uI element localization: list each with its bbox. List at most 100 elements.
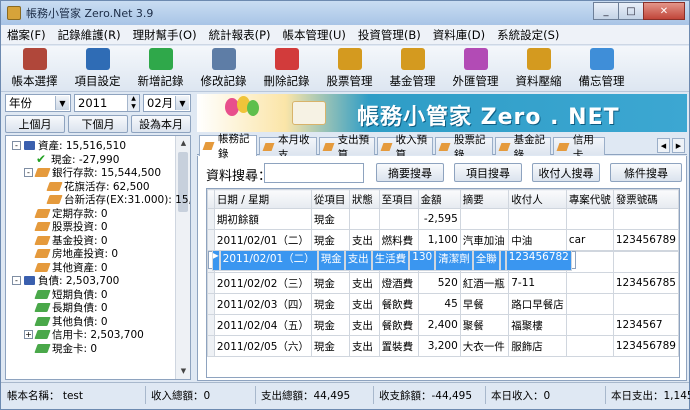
prev-month-button[interactable]: 上個月 — [5, 115, 65, 133]
tab-3[interactable]: 收入預算 — [377, 134, 433, 161]
table-cell: 520 — [417, 272, 461, 294]
tab-4[interactable]: 股票記錄 — [435, 134, 493, 161]
tree-item[interactable]: 短期負債: 0 — [34, 288, 108, 301]
tab-1[interactable]: 本月收支 — [259, 134, 317, 161]
tree-item[interactable]: - 負債: 2,503,700 — [12, 274, 119, 287]
table-cell: 現金 — [310, 272, 350, 294]
tree-item[interactable]: 花旗活存: 62,500 — [46, 180, 150, 193]
summary-search-button[interactable]: 摘要搜尋 — [376, 163, 444, 182]
row-selector[interactable]: ▶ — [211, 249, 220, 271]
menu-item[interactable]: 系統設定(S) — [497, 27, 559, 43]
row-selector[interactable] — [207, 208, 215, 230]
collapse-icon[interactable]: - — [12, 141, 21, 150]
toolbar-button[interactable]: 基金管理 — [381, 46, 444, 91]
table-row[interactable]: ▶ 2011/02/01（二） 現金 支出 生活費 130 清潔劑 全聯 123456782 — [207, 249, 576, 271]
toolbar-button[interactable]: 刪除記錄 — [255, 46, 318, 91]
spinner-arrows-icon[interactable]: ▲ ▼ — [127, 95, 139, 111]
table-row[interactable]: 2011/02/02（三） 現金 支出 燈酒費 520 紅酒一瓶 7-11 123456785 — [207, 272, 679, 294]
table-row[interactable]: 期初餘額 現金 -2,595 — [207, 208, 679, 230]
table-cell — [565, 293, 614, 315]
toolbar-button[interactable]: 項目設定 — [66, 46, 129, 91]
current-month-button[interactable]: 設為本月 — [131, 115, 191, 133]
row-selector[interactable] — [207, 272, 215, 294]
menu-item[interactable]: 資料庫(D) — [433, 27, 485, 43]
row-selector[interactable] — [207, 293, 215, 315]
tab-6[interactable]: 信用卡 — [553, 134, 605, 161]
asset-icon — [46, 181, 63, 191]
column-header[interactable]: 發票號碼 — [612, 189, 679, 209]
year-spinner[interactable]: 2011 ▲ ▼ — [74, 94, 140, 112]
menu-item[interactable]: 記錄維護(R) — [58, 27, 121, 43]
table-cell: 餐飲費 — [378, 293, 419, 315]
tree-item[interactable]: - 銀行存款: 15,544,500 — [24, 166, 161, 179]
row-selector[interactable] — [207, 229, 215, 251]
tree-item[interactable]: 股票投資: 0 — [34, 220, 108, 233]
toolbar-button[interactable]: 外匯管理 — [444, 46, 507, 91]
period-select[interactable]: 年份 ▼ — [5, 94, 71, 112]
toolbar-button[interactable]: 新增記錄 — [129, 46, 192, 91]
menu-item[interactable]: 統計報表(P) — [209, 27, 271, 43]
table-row[interactable]: 2011/02/04（五） 現金 支出 餐飲費 2,400 聚餐 福聚樓 1234567 — [207, 314, 679, 336]
tree-item[interactable]: 台新活存(EX:31.000): 15,482,000 — [46, 193, 190, 206]
expand-icon[interactable]: + — [24, 330, 33, 339]
toolbar-button[interactable]: 修改記錄 — [192, 46, 255, 91]
close-button[interactable]: ✕ — [643, 2, 685, 20]
row-selector[interactable] — [207, 314, 215, 336]
toolbar-button[interactable]: 股票管理 — [318, 46, 381, 91]
table-row[interactable]: 2011/02/05（六） 現金 支出 置裝費 3,200 大衣一件 服飾店 12345678… — [207, 335, 679, 357]
month-select[interactable]: 02月 ▼ — [143, 94, 191, 112]
column-header[interactable]: 從項目 — [310, 189, 350, 209]
tab-0[interactable]: 帳務記錄 — [199, 133, 257, 160]
column-header[interactable]: 日期 / 星期 — [213, 189, 312, 209]
tree-item[interactable]: 定期存款: 0 — [34, 207, 108, 220]
next-month-button[interactable]: 下個月 — [68, 115, 128, 133]
tree-item[interactable]: + 信用卡: 2,503,700 — [24, 328, 144, 341]
item-search-button[interactable]: 項目搜尋 — [454, 163, 522, 182]
column-header[interactable]: 收付人 — [508, 189, 567, 209]
account-tree[interactable]: ▲ ▼ - 資產: 15,516,510 ✔ 現金: -27,990- 銀行存款: 15… — [5, 135, 191, 380]
tree-item[interactable]: 長期負債: 0 — [34, 301, 108, 314]
tree-item[interactable]: 其他資產: 0 — [34, 261, 108, 274]
row-selector[interactable] — [207, 335, 215, 357]
tab-5[interactable]: 基金記錄 — [495, 134, 551, 161]
table-cell: 2011/02/05（六） — [213, 335, 312, 357]
tree-scrollbar[interactable]: ▲ ▼ — [175, 136, 190, 379]
records-grid[interactable]: 日期 / 星期 從項目 狀態 至項目 金額 摘要 收付人 專案代號 發票號碼 期初餘額 現金 -2,… — [206, 188, 680, 378]
table-row[interactable]: 2011/02/03（四） 現金 支出 餐飲費 45 早餐 路口早餐店 — [207, 293, 679, 315]
tree-item[interactable]: ✔ 現金: -27,990 — [36, 153, 119, 166]
status-field: 本日收入：0 — [491, 390, 551, 402]
column-header[interactable]: 專案代號 — [565, 189, 614, 209]
toolbar-button[interactable]: 資料壓縮 — [507, 46, 570, 91]
column-header[interactable]: 至項目 — [378, 189, 419, 209]
scroll-down-icon[interactable]: ▼ — [176, 364, 190, 379]
tab-2[interactable]: 支出預算 — [319, 134, 375, 161]
condition-search-button[interactable]: 條件搜尋 — [610, 163, 682, 182]
collapse-icon[interactable]: - — [24, 168, 33, 177]
column-header[interactable]: 摘要 — [459, 189, 510, 209]
search-input[interactable] — [264, 163, 364, 183]
column-header[interactable]: 金額 — [417, 189, 461, 209]
menu-item[interactable]: 投資管理(B) — [358, 27, 421, 43]
menu-item[interactable]: 帳本管理(U) — [283, 27, 346, 43]
column-header[interactable]: 狀態 — [348, 189, 380, 209]
table-row[interactable]: 2011/02/01（二） 現金 支出 燃料費 1,100 汽車加油 中油 car 123456… — [207, 229, 679, 251]
tab-scroll-right-icon[interactable]: ▶ — [672, 138, 685, 153]
tree-item[interactable]: 房地產投資: 0 — [34, 247, 118, 260]
menu-item[interactable]: 理財幫手(O) — [133, 27, 197, 43]
tree-item[interactable]: 基金投資: 0 — [34, 234, 108, 247]
tree-item[interactable]: 其他負債: 0 — [34, 315, 108, 328]
menu-item[interactable]: 檔案(F) — [7, 27, 46, 43]
scroll-up-icon[interactable]: ▲ — [176, 136, 190, 151]
toolbar-button[interactable]: 帳本選擇 — [3, 46, 66, 91]
minimize-button[interactable]: _ — [593, 2, 619, 20]
collapse-icon[interactable]: - — [12, 276, 21, 285]
toolbar-button[interactable]: 備忘管理 — [570, 46, 633, 91]
tree-item[interactable]: - 資產: 15,516,510 — [12, 139, 126, 152]
tab-scroll-left-icon[interactable]: ◀ — [657, 138, 670, 153]
maximize-button[interactable]: □ — [618, 2, 644, 20]
tab-icon — [556, 142, 570, 151]
toolbar-button-label: 資料壓縮 — [515, 74, 562, 88]
tree-item[interactable]: 現金卡: 0 — [34, 342, 97, 355]
payee-search-button[interactable]: 收付人搜尋 — [532, 163, 600, 182]
table-cell: 燃料費 — [378, 229, 419, 251]
